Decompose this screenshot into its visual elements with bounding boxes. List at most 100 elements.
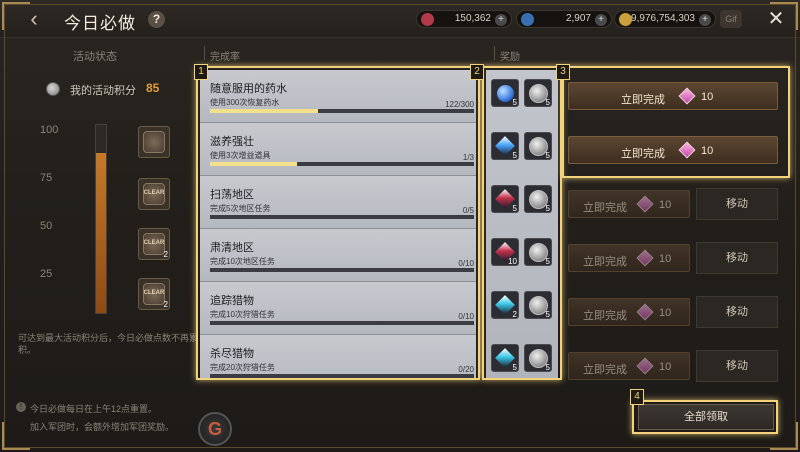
red-crystal-icon[interactable]: 5 — [491, 185, 519, 213]
add-gold-button[interactable]: + — [699, 14, 711, 26]
task-list: 随意服用的药水 使用300次恢复药水 122/300 滋养强壮 使用3次增益道具 1/3 扫… — [200, 70, 476, 378]
guild-emblem-icon[interactable]: G — [198, 412, 232, 446]
silver-coin-icon[interactable]: 5 — [524, 185, 552, 213]
add-red-gem-button[interactable]: + — [495, 14, 507, 26]
silver-coin-icon[interactable]: 5 — [524, 344, 552, 372]
milestone-reward-75[interactable]: CLEAR — [138, 178, 170, 210]
task-name: 随意服用的药水 — [210, 83, 287, 95]
gold-value: 9,976,754,303 — [631, 13, 695, 24]
task-description: 使用3次增益道具 — [210, 151, 271, 160]
reward-count: 5 — [545, 363, 550, 372]
diamond-icon — [636, 195, 654, 213]
task-row: 杀尽猎物完成20次狩猎任务 0/20 — [200, 335, 476, 378]
task-name: 滋养强壮 — [210, 136, 254, 148]
complete-cost: 10 — [701, 91, 714, 103]
complete-now-label: 立即完成 — [583, 364, 627, 376]
reset-note: 今日必做每日在上午12点重置。 — [30, 404, 158, 414]
task-name: 杀尽猎物 — [210, 348, 254, 360]
milestone-reward-100[interactable] — [138, 126, 170, 158]
task-name: 扫荡地区 — [210, 189, 254, 201]
highlight-marker-2: 2 — [470, 64, 484, 80]
reward-count: 5 — [545, 257, 550, 266]
ornament-corner — [2, 422, 30, 450]
reward-count: 2 — [512, 310, 517, 319]
complete-now-label: 立即完成 — [621, 94, 665, 106]
column-divider — [204, 46, 205, 60]
task-progress-bar — [210, 268, 474, 272]
task-name: 追踪猎物 — [210, 295, 254, 307]
highlight-marker-3: 3 — [556, 64, 570, 80]
reward-count: 5 — [545, 98, 550, 107]
header-bar: ‹ 今日必做 ? 150,362 + 2,907 + 9,976,754,303… — [0, 0, 800, 38]
milestone-reward-25[interactable]: CLEAR 2 — [138, 278, 170, 310]
move-button[interactable]: 移动 — [696, 350, 778, 382]
clear-stamp: CLEAR — [143, 190, 165, 196]
currency-red-gem: 150,362 + — [416, 10, 512, 28]
points-coin-icon — [46, 82, 60, 96]
task-description: 完成20次狩猎任务 — [210, 363, 275, 372]
complete-now-label: 立即完成 — [583, 202, 627, 214]
task-count: 0/5 — [462, 206, 474, 215]
silver-coin-icon[interactable]: 5 — [524, 238, 552, 266]
points-label: 我的活动积分 — [70, 85, 136, 97]
task-progress-bar — [210, 109, 474, 113]
cyan-gem-icon[interactable]: 5 — [491, 344, 519, 372]
task-row: 追踪猎物完成10次狩猎任务 0/10 — [200, 282, 476, 335]
add-blue-gem-button[interactable]: + — [595, 14, 607, 26]
reward-count: 5 — [512, 98, 517, 107]
blue-orb-icon[interactable]: 5 — [491, 79, 519, 107]
move-button[interactable]: 移动 — [696, 296, 778, 328]
red-crystal-icon[interactable]: 10 — [491, 238, 519, 266]
diamond-icon — [636, 303, 654, 321]
task-progress-fill — [210, 109, 319, 113]
reward-count: 5 — [545, 151, 550, 160]
silver-coin-icon[interactable]: 5 — [524, 132, 552, 160]
red-gem-value: 150,362 — [454, 13, 491, 24]
claim-all-button[interactable]: 全部领取 — [638, 404, 774, 430]
ornament-corner — [770, 422, 798, 450]
reward-row: 55 — [486, 123, 558, 176]
task-count: 0/10 — [458, 312, 474, 321]
complete-now-button[interactable]: 立即完成 10 — [568, 298, 690, 326]
scale-label-75: 75 — [40, 172, 53, 184]
daily-tasks-screen: ‹ 今日必做 ? 150,362 + 2,907 + 9,976,754,303… — [0, 0, 800, 452]
gift-icon[interactable]: Gif — [720, 10, 742, 28]
completion-column-header: 完成率 — [210, 52, 240, 63]
task-count: 0/10 — [458, 259, 474, 268]
activity-progress-bar — [95, 124, 107, 314]
silver-coin-icon[interactable]: 5 — [524, 291, 552, 319]
cyan-gem-icon[interactable]: 2 — [491, 291, 519, 319]
page-title: 今日必做 — [64, 14, 136, 33]
milestone-reward-50[interactable]: CLEAR 2 — [138, 228, 170, 260]
activity-status-title: 活动状态 — [73, 51, 117, 63]
reward-count: 5 — [512, 204, 517, 213]
close-button[interactable]: ✕ — [764, 7, 788, 31]
silver-coin-icon[interactable]: 5 — [524, 79, 552, 107]
shield-icon — [143, 131, 165, 153]
complete-cost: 10 — [659, 199, 672, 211]
scale-label-25: 25 — [40, 268, 53, 280]
back-button[interactable]: ‹ — [22, 8, 46, 30]
clear-stamp: CLEAR — [143, 240, 165, 246]
clear-stamp: CLEAR — [143, 290, 165, 296]
move-button[interactable]: 移动 — [696, 188, 778, 220]
task-description: 完成10次狩猎任务 — [210, 310, 275, 319]
complete-now-button[interactable]: 立即完成 10 — [568, 352, 690, 380]
task-count: 0/20 — [458, 365, 474, 374]
blue-crystal-icon[interactable]: 5 — [491, 132, 519, 160]
reward-column-header: 奖励 — [500, 52, 520, 63]
complete-now-button[interactable]: 立即完成 10 — [568, 190, 690, 218]
scale-label-100: 100 — [40, 124, 59, 136]
complete-now-button[interactable]: 立即完成 10 — [568, 244, 690, 272]
gold-coin-icon — [619, 13, 632, 26]
complete-now-button[interactable]: 立即完成 10 — [568, 136, 778, 164]
reward-row: 55 — [486, 335, 558, 388]
move-button[interactable]: 移动 — [696, 242, 778, 274]
help-icon[interactable]: ? — [148, 11, 165, 28]
complete-now-button[interactable]: 立即完成 10 — [568, 82, 778, 110]
red-gem-icon — [421, 13, 434, 26]
diamond-icon — [636, 249, 654, 267]
diamond-icon — [678, 141, 696, 159]
task-progress-bar — [210, 321, 474, 325]
blue-gem-icon — [521, 13, 534, 26]
